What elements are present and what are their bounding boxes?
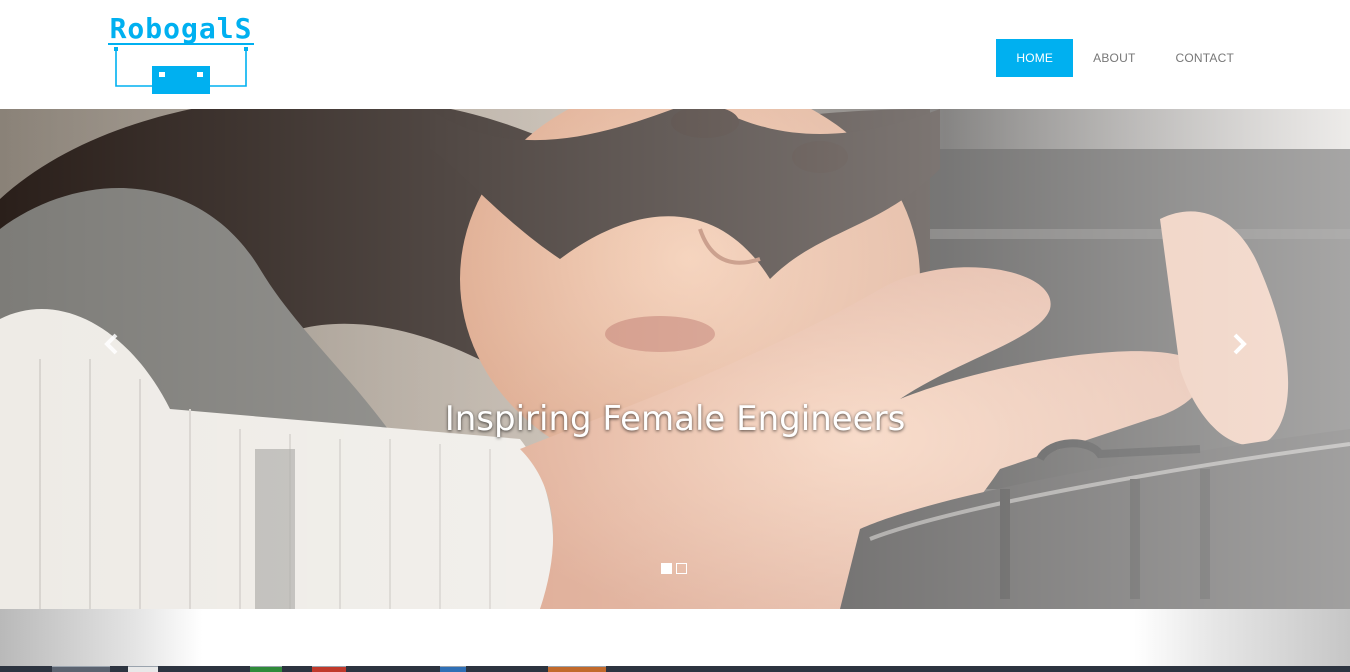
- chevron-right-icon: [1233, 333, 1247, 355]
- carousel-next-button[interactable]: [1227, 331, 1251, 357]
- chevron-left-icon: [104, 333, 118, 355]
- nav-home[interactable]: HOME: [996, 39, 1074, 77]
- taskbar-item[interactable]: [52, 666, 110, 672]
- content-band: [0, 609, 1350, 666]
- logo-wordmark: RobogalS: [109, 12, 253, 45]
- carousel-indicator-2[interactable]: [676, 563, 687, 574]
- site-header: RobogalS HOME ABOUT CONTACT: [0, 0, 1350, 109]
- taskbar-item[interactable]: [548, 666, 606, 672]
- hero-carousel: Inspiring Female Engineers: [0, 109, 1350, 609]
- nav-contact[interactable]: CONTACT: [1155, 39, 1254, 77]
- taskbar-item[interactable]: [312, 666, 346, 672]
- taskbar-item[interactable]: [440, 666, 466, 672]
- taskbar-item[interactable]: [250, 666, 282, 672]
- carousel-indicators: [661, 563, 687, 574]
- os-taskbar: [0, 666, 1350, 672]
- carousel-prev-button[interactable]: [100, 331, 124, 357]
- nav-about[interactable]: ABOUT: [1073, 39, 1155, 77]
- carousel-indicator-1[interactable]: [661, 563, 672, 574]
- main-nav: HOME ABOUT CONTACT: [996, 39, 1254, 77]
- taskbar-item[interactable]: [128, 666, 158, 672]
- hero-caption: Inspiring Female Engineers: [444, 399, 906, 439]
- robogals-logo[interactable]: RobogalS: [104, 12, 258, 96]
- hero-photo: [0, 109, 1350, 609]
